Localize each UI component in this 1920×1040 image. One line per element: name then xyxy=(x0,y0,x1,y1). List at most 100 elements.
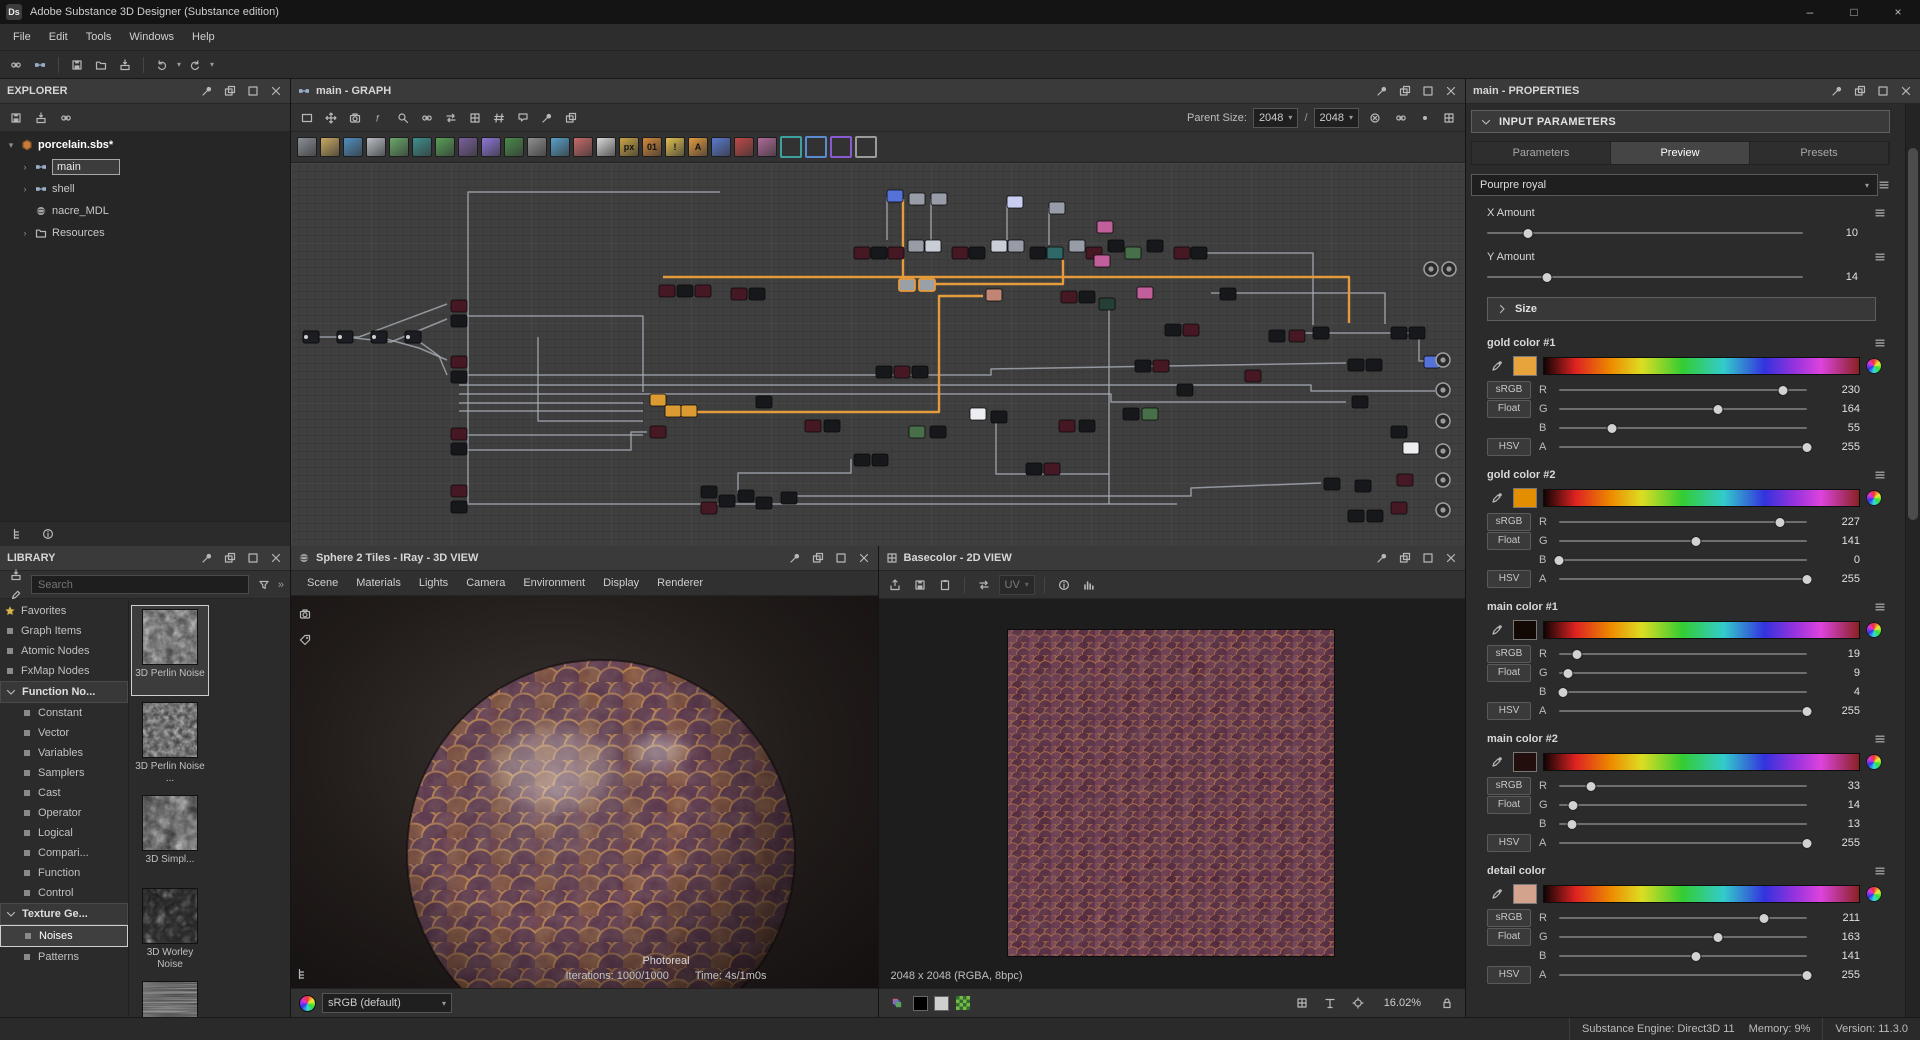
hsv-button[interactable]: HSV xyxy=(1487,570,1531,588)
channel-A-slider[interactable] xyxy=(1559,974,1807,976)
channel-B-value[interactable]: 4 xyxy=(1815,686,1860,698)
graph-node[interactable] xyxy=(1391,502,1407,514)
float-button[interactable]: Float xyxy=(1487,664,1531,682)
pin-icon[interactable] xyxy=(788,551,802,565)
menu-icon[interactable] xyxy=(1870,729,1890,749)
float-button[interactable]: Float xyxy=(1487,796,1531,814)
channel-G-slider-knob[interactable] xyxy=(1713,404,1724,415)
graph-node[interactable] xyxy=(969,247,985,259)
nodes-icon[interactable] xyxy=(30,55,50,75)
warp-node-icon[interactable] xyxy=(435,137,455,157)
menu-icon[interactable] xyxy=(1870,203,1890,223)
channel-R-slider[interactable] xyxy=(1559,917,1807,919)
graph-node[interactable] xyxy=(451,501,467,513)
graph-node[interactable] xyxy=(1049,202,1065,214)
channel-G-slider-knob[interactable] xyxy=(1567,800,1578,811)
tag-icon[interactable] xyxy=(295,630,315,650)
channel-A-slider-knob[interactable] xyxy=(1802,838,1813,849)
graph-node[interactable] xyxy=(912,366,928,378)
channel-A-value[interactable]: 255 xyxy=(1815,969,1860,981)
graph-node[interactable] xyxy=(991,240,1007,252)
blur-node-icon[interactable] xyxy=(366,137,386,157)
graph-node[interactable] xyxy=(1108,240,1124,252)
library-category-noises[interactable]: Noises xyxy=(0,925,128,947)
graph-node[interactable] xyxy=(1245,370,1261,382)
library-category-cast[interactable]: Cast xyxy=(0,783,128,803)
color-swatch[interactable] xyxy=(1513,884,1537,904)
tab-preview[interactable]: Preview xyxy=(1611,142,1750,164)
import-icon[interactable] xyxy=(31,108,51,128)
channel-A-slider-knob[interactable] xyxy=(1802,574,1813,585)
graph-node[interactable] xyxy=(854,247,870,259)
tree-item-main[interactable]: ›main xyxy=(0,156,290,178)
zoom-lock-icon[interactable] xyxy=(1437,993,1457,1013)
menu-edit[interactable]: Edit xyxy=(40,24,77,50)
color-swatch[interactable] xyxy=(1513,356,1537,376)
maximize-icon[interactable] xyxy=(246,84,260,98)
srgb-button[interactable]: sRGB xyxy=(1487,645,1531,663)
graph-node[interactable] xyxy=(451,428,467,440)
graph-node[interactable] xyxy=(665,405,681,417)
close-icon[interactable] xyxy=(1444,551,1458,565)
graph-node[interactable] xyxy=(1348,359,1364,371)
channel-B-value[interactable]: 13 xyxy=(1815,818,1860,830)
channel-B-slider[interactable] xyxy=(1559,427,1807,429)
channel-B-value[interactable]: 55 xyxy=(1815,422,1860,434)
graph-node[interactable] xyxy=(701,502,717,514)
sharpen-node-icon[interactable] xyxy=(596,137,616,157)
channel-B-slider[interactable] xyxy=(1559,691,1807,693)
library-category-variables[interactable]: Variables xyxy=(0,743,128,763)
graph-node[interactable] xyxy=(1069,240,1085,252)
gradient-map-icon[interactable] xyxy=(504,137,524,157)
channel-R-slider-knob[interactable] xyxy=(1572,649,1583,660)
minimize-button[interactable]: – xyxy=(1788,0,1832,24)
close-button[interactable]: × xyxy=(1876,0,1920,24)
center-view-icon[interactable] xyxy=(1348,993,1368,1013)
directional-warp-icon[interactable] xyxy=(412,137,432,157)
channel-R-value[interactable]: 230 xyxy=(1815,384,1860,396)
menu-icon[interactable] xyxy=(1870,861,1890,881)
graph-node[interactable] xyxy=(1324,478,1340,490)
library-item-3d-simpl-[interactable]: 3D Simpl... xyxy=(131,791,209,882)
graph-node[interactable] xyxy=(1061,291,1077,303)
color-swatch[interactable] xyxy=(1513,620,1537,640)
graph-node[interactable] xyxy=(659,285,675,297)
close-icon[interactable] xyxy=(1444,84,1458,98)
graph-node[interactable] xyxy=(1391,426,1407,438)
graph-node[interactable] xyxy=(451,443,467,455)
tree-item-nacre_mdl[interactable]: nacre_MDL xyxy=(0,200,290,222)
tab-presets[interactable]: Presets xyxy=(1750,142,1889,164)
frame-gray-icon[interactable] xyxy=(855,136,877,158)
link-icon[interactable] xyxy=(56,108,76,128)
hsv-button[interactable]: HSV xyxy=(1487,702,1531,720)
pin-icon[interactable] xyxy=(537,108,557,128)
scrollbar-thumb[interactable] xyxy=(1908,148,1918,520)
color-swatch[interactable] xyxy=(1513,752,1537,772)
view3d-menu-renderer[interactable]: Renderer xyxy=(649,577,711,589)
graph-node[interactable] xyxy=(1391,327,1407,339)
graph-node[interactable] xyxy=(1094,255,1110,267)
channel-G-slider[interactable] xyxy=(1559,672,1807,674)
hue-gradient-bar[interactable] xyxy=(1543,885,1860,903)
channel-A-slider-knob[interactable] xyxy=(1802,706,1813,717)
channel-A-value[interactable]: 255 xyxy=(1815,573,1860,585)
view2d-viewport[interactable]: 2048 x 2048 (RGBA, 8bpc) xyxy=(879,599,1466,988)
color-wheel-icon[interactable] xyxy=(1866,622,1882,638)
channel-G-value[interactable]: 14 xyxy=(1815,799,1860,811)
normal-node-icon[interactable] xyxy=(481,137,501,157)
swap-icon[interactable] xyxy=(441,108,461,128)
graph-node[interactable] xyxy=(1125,247,1141,259)
tree-item-package[interactable]: ▾porcelain.sbs* xyxy=(0,134,290,156)
graph-node[interactable] xyxy=(1153,360,1169,372)
blend-node-icon[interactable] xyxy=(343,137,363,157)
srgb-button[interactable]: sRGB xyxy=(1487,777,1531,795)
graph-node[interactable] xyxy=(650,426,666,438)
graph-node[interactable] xyxy=(1183,324,1199,336)
graph-node[interactable] xyxy=(756,497,772,509)
tree-item-resources[interactable]: ›Resources xyxy=(0,222,290,244)
graph-node[interactable] xyxy=(451,356,467,368)
swap-icon[interactable] xyxy=(974,575,994,595)
graph-node[interactable] xyxy=(731,288,747,300)
camera-icon[interactable] xyxy=(345,108,365,128)
uniform-color-icon[interactable] xyxy=(320,137,340,157)
